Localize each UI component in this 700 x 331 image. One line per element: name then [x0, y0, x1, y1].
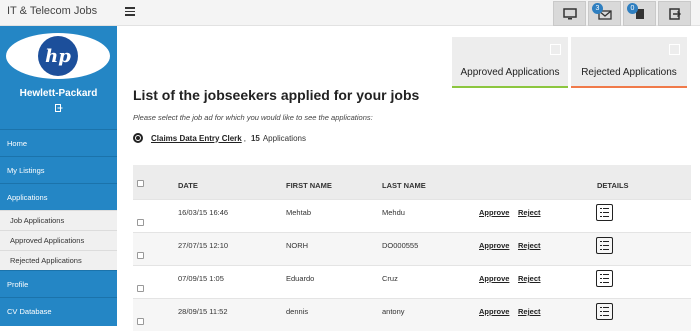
messages-badge: 3 — [592, 3, 603, 14]
company-name: Hewlett-Packard — [19, 88, 98, 99]
desktop-button[interactable] — [553, 1, 586, 26]
site-brand[interactable]: IT & Telecom Jobs — [7, 5, 97, 17]
column-last-name: LAST NAME — [382, 181, 426, 190]
approved-applications-card[interactable]: Approved Applications — [452, 37, 568, 88]
card-icon — [669, 44, 680, 55]
sidebar-subitem-rejected-applications[interactable]: Rejected Applications — [0, 250, 117, 270]
column-first-name: FIRST NAME — [286, 181, 332, 190]
sidebar-item-home[interactable]: Home — [0, 129, 117, 156]
sidebar-item-profile[interactable]: Profile — [0, 270, 117, 297]
row-date: 07/09/15 1:05 — [178, 274, 224, 283]
job-title-link[interactable]: Claims Data Entry Clerk — [151, 134, 242, 143]
sidebar-item-applications[interactable]: Applications — [0, 183, 117, 210]
application-count-label: Applications — [262, 133, 306, 143]
instruction-text: Please select the job ad for which you w… — [133, 113, 373, 122]
approved-card-label: Approved Applications — [460, 67, 560, 78]
details-list-icon[interactable] — [596, 237, 613, 254]
applications-table: DATE FIRST NAME LAST NAME DETAILS 16/03/… — [133, 165, 691, 331]
sidebar: hp Hewlett-Packard Home My Listings Appl… — [0, 26, 117, 326]
application-count: 15 — [250, 133, 260, 143]
sidebar-subitem-approved-applications[interactable]: Approved Applications — [0, 230, 117, 250]
row-checkbox[interactable] — [137, 219, 144, 226]
row-checkbox[interactable] — [137, 285, 144, 292]
job-separator: , — [243, 133, 246, 143]
row-date: 16/03/15 16:46 — [178, 208, 229, 217]
details-list-icon[interactable] — [596, 204, 613, 221]
rejected-card-bar — [571, 86, 687, 88]
messages-button[interactable]: 3 — [588, 1, 621, 26]
reject-button[interactable]: Reject — [518, 208, 541, 217]
details-list-icon[interactable] — [596, 270, 613, 287]
hp-logo-mark: hp — [38, 36, 78, 76]
sidebar-item-cv-database[interactable]: CV Database — [0, 297, 117, 324]
monitor-icon — [562, 7, 577, 19]
row-date: 27/07/15 12:10 — [178, 241, 229, 250]
row-first-name: Mehtab — [286, 208, 312, 217]
company-logo: hp — [6, 33, 110, 79]
toolbar-icons: 3 0 — [553, 1, 691, 26]
menu-toggle-icon[interactable] — [125, 5, 135, 17]
sign-out-icon — [668, 7, 681, 20]
approve-button[interactable]: Approve — [479, 241, 509, 250]
column-details: DETAILS — [597, 181, 629, 190]
approved-card-bar — [452, 86, 568, 88]
details-list-icon[interactable] — [596, 303, 613, 320]
table-row: 07/09/15 1:05 Eduardo Cruz Approve Reject — [133, 265, 691, 298]
row-checkbox[interactable] — [137, 252, 144, 259]
reject-button[interactable]: Reject — [518, 274, 541, 283]
approve-button[interactable]: Approve — [479, 274, 509, 283]
card-icon — [550, 44, 561, 55]
row-first-name: Eduardo — [286, 274, 315, 283]
top-bar: IT & Telecom Jobs 3 0 — [0, 0, 700, 26]
reject-button[interactable]: Reject — [518, 307, 541, 316]
table-header: DATE FIRST NAME LAST NAME DETAILS — [133, 165, 691, 199]
table-row: 27/07/15 12:10 NORH DO000555 Approve Reject — [133, 232, 691, 265]
row-last-name: Cruz — [382, 274, 398, 283]
reject-button[interactable]: Reject — [518, 241, 541, 250]
table-row: 16/03/15 16:46 Mehtab Mehdu Approve Reject — [133, 199, 691, 232]
approve-button[interactable]: Approve — [479, 307, 509, 316]
page-title: List of the jobseekers applied for your … — [133, 87, 420, 103]
sign-out-icon[interactable] — [55, 104, 63, 112]
select-all-checkbox[interactable] — [137, 180, 144, 187]
rejected-applications-card[interactable]: Rejected Applications — [571, 37, 687, 88]
row-last-name: DO000555 — [382, 241, 419, 250]
row-last-name: Mehdu — [382, 208, 405, 217]
row-first-name: NORH — [286, 241, 309, 250]
sidebar-item-my-listings[interactable]: My Listings — [0, 156, 117, 183]
row-date: 28/09/15 11:52 — [178, 307, 228, 316]
table-row: 28/09/15 11:52 dennis antony Approve Reject — [133, 298, 691, 331]
logout-button[interactable] — [658, 1, 691, 26]
approve-button[interactable]: Approve — [479, 208, 509, 217]
table-body: 16/03/15 16:46 Mehtab Mehdu Approve Reject 27… — [133, 199, 691, 331]
sidebar-subitem-job-applications[interactable]: Job Applications — [0, 210, 117, 230]
column-date: DATE — [178, 181, 198, 190]
rejected-card-label: Rejected Applications — [581, 67, 677, 78]
job-selector: Claims Data Entry Clerk , 15 Application… — [133, 133, 306, 143]
row-checkbox[interactable] — [137, 318, 144, 325]
documents-button[interactable]: 0 — [623, 1, 656, 26]
job-radio-button[interactable] — [133, 133, 143, 143]
documents-badge: 0 — [627, 3, 638, 14]
sidebar-profile: hp Hewlett-Packard — [0, 26, 117, 129]
row-last-name: antony — [382, 307, 405, 316]
row-first-name: dennis — [286, 307, 309, 316]
